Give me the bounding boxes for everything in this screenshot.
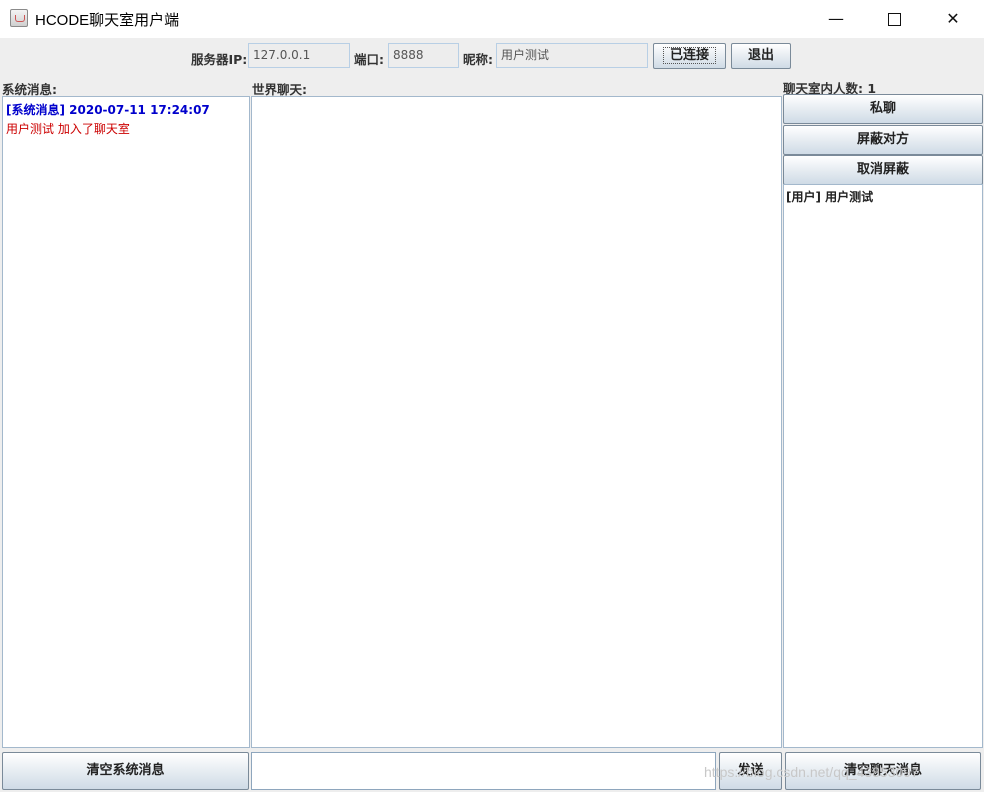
server-ip-field[interactable]: 127.0.0.1 (248, 43, 350, 68)
block-user-button[interactable]: 屏蔽对方 (783, 125, 983, 155)
maximize-button[interactable] (865, 0, 923, 38)
minimize-icon: — (828, 9, 844, 28)
port-field[interactable]: 8888 (388, 43, 459, 68)
system-message-body: 用户测试 加入了聊天室 (6, 122, 130, 136)
port-label: 端口: (354, 52, 384, 67)
clear-system-messages-button[interactable]: 清空系统消息 (2, 752, 249, 790)
chat-input[interactable] (251, 752, 716, 790)
watermark: https://blog.csdn.net/qq_43853097 (704, 764, 919, 780)
close-button[interactable]: ✕ (924, 0, 982, 38)
nickname-field[interactable]: 用户测试 (496, 43, 648, 68)
maximize-icon (887, 13, 901, 26)
window-title: HCODE聊天室用户端 (35, 12, 180, 29)
server-ip-label: 服务器IP: (191, 52, 248, 67)
private-chat-button[interactable]: 私聊 (783, 94, 983, 124)
system-message-header: [系统消息] 2020-07-11 17:24:07 (6, 103, 210, 117)
connect-button-label: 已连接 (662, 47, 716, 64)
system-messages-panel[interactable]: [系统消息] 2020-07-11 17:24:07 用户测试 加入了聊天室 (2, 96, 250, 748)
exit-button[interactable]: 退出 (731, 43, 791, 69)
world-chat-panel[interactable] (251, 96, 782, 748)
close-icon: ✕ (946, 9, 960, 28)
nickname-label: 昵称: (463, 52, 493, 67)
minimize-button[interactable]: — (807, 0, 865, 38)
java-coffee-cup-icon (10, 9, 28, 27)
connect-button[interactable]: 已连接 (653, 43, 726, 69)
user-list-item[interactable]: [用户] 用户测试 (786, 188, 980, 205)
unblock-user-button[interactable]: 取消屏蔽 (783, 155, 983, 185)
user-list[interactable]: [用户] 用户测试 (783, 184, 983, 748)
